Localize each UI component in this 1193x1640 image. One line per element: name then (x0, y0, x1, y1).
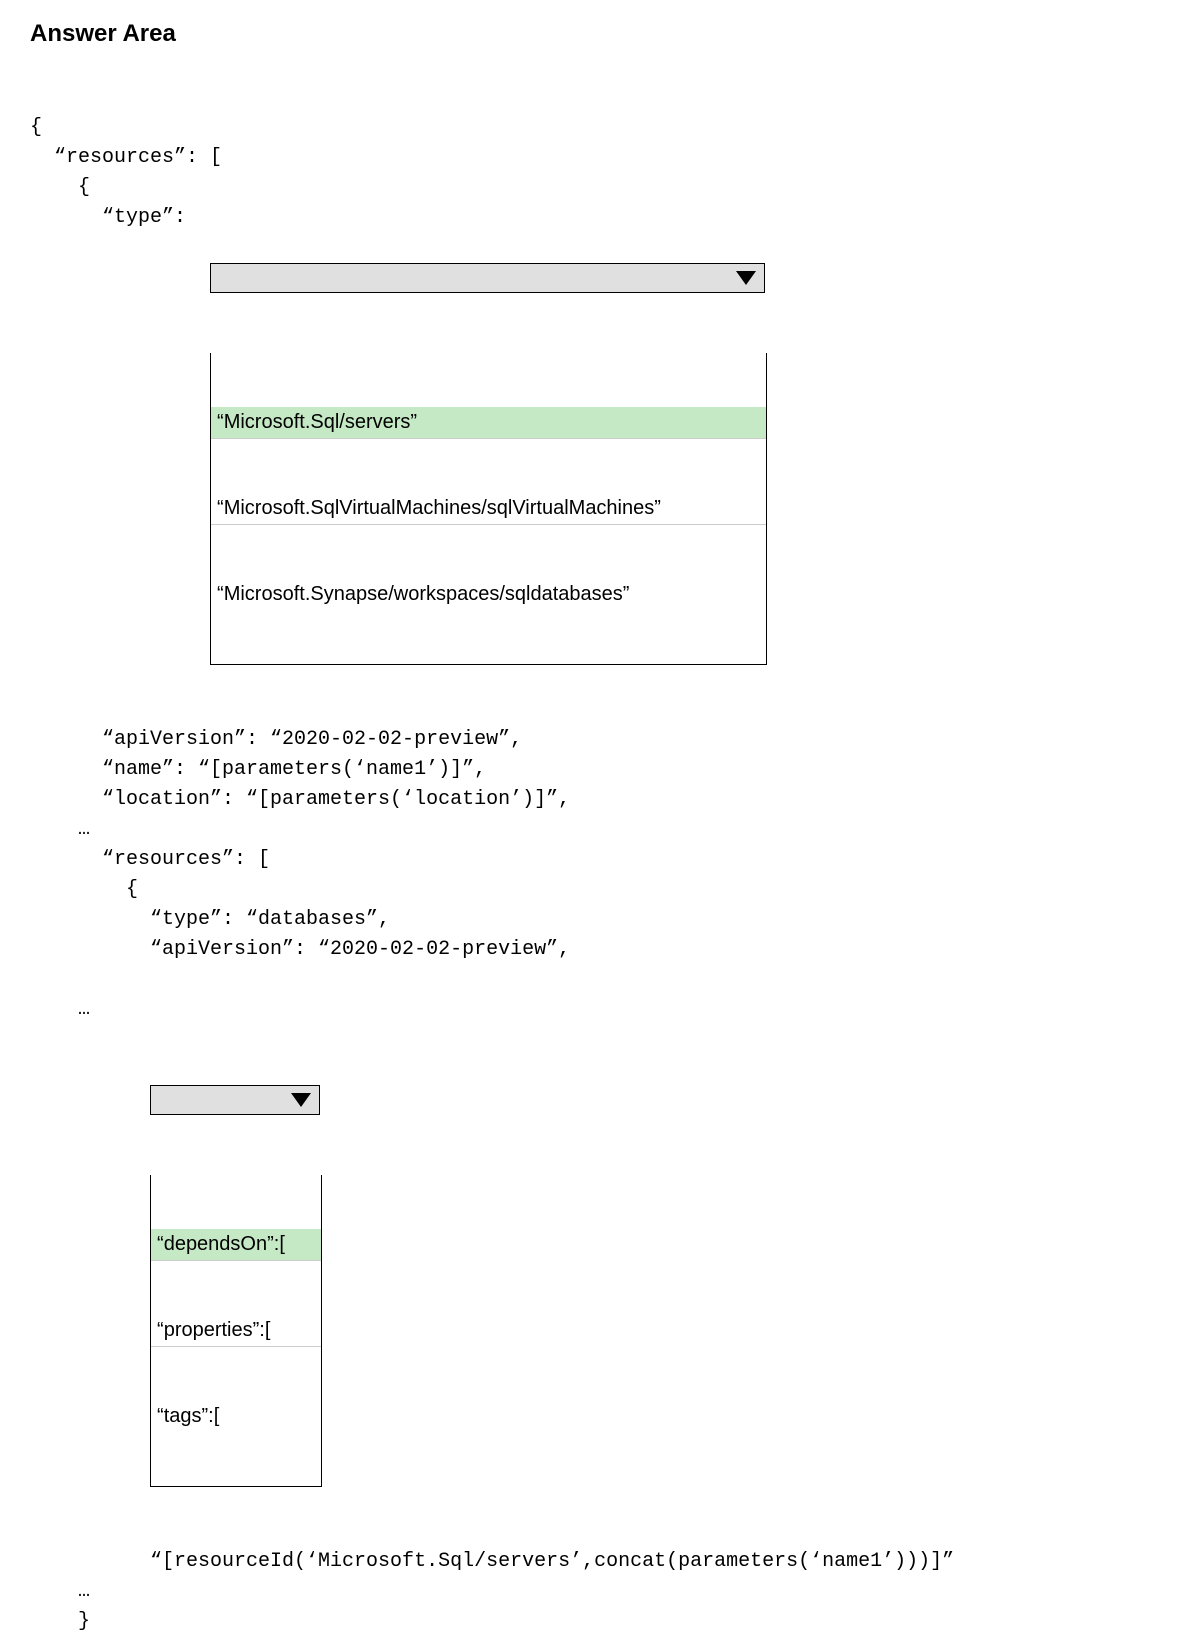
code-text: “resources”: [ (30, 146, 222, 169)
code-text: … (30, 1580, 90, 1603)
dropdown-option[interactable]: “properties”:[ (151, 1315, 321, 1347)
dropdown-option[interactable]: “Microsoft.Synapse/workspaces/sqldatabas… (211, 579, 766, 610)
dropdown-option[interactable]: “Microsoft.Sql/servers” (211, 407, 766, 439)
page-title: Answer Area (30, 20, 1163, 48)
type-dropdown[interactable]: “Microsoft.Sql/servers” “Microsoft.SqlVi… (210, 203, 767, 695)
code-text: “[resourceId(‘Microsoft.Sql/servers’,con… (30, 1550, 954, 1573)
dropdown-option[interactable]: “tags”:[ (151, 1401, 321, 1432)
dropdown-header[interactable] (150, 1085, 320, 1115)
code-text: “name”: “[parameters(‘name1’)]”, (30, 758, 486, 781)
dropdown-option[interactable]: “dependsOn”:[ (151, 1229, 321, 1261)
property-dropdown[interactable]: “dependsOn”:[ “properties”:[ “tags”:[ (150, 1025, 322, 1517)
code-text: “location”: “[parameters(‘location’)]”, (30, 788, 570, 811)
code-text: … (30, 998, 90, 1021)
chevron-down-icon (291, 1093, 311, 1107)
code-text: “resources”: [ (30, 848, 270, 871)
code-text: … (30, 818, 90, 841)
code-text: } (30, 1610, 90, 1633)
code-text: { (30, 116, 42, 139)
code-block: { “resources”: [ { “type”: “Microsoft.Sq… (30, 83, 1163, 1637)
code-text: { (30, 176, 90, 199)
chevron-down-icon (736, 271, 756, 285)
code-text: “type”: (30, 203, 210, 233)
code-text (30, 1025, 150, 1055)
code-text: “apiVersion”: “2020-02-02-preview”, (30, 728, 522, 751)
code-text: { (30, 878, 138, 901)
code-text: “apiVersion”: “2020-02-02-preview”, (30, 938, 570, 961)
dropdown-option[interactable]: “Microsoft.SqlVirtualMachines/sqlVirtual… (211, 493, 766, 525)
dropdown-options-list: “dependsOn”:[ “properties”:[ “tags”:[ (150, 1175, 322, 1487)
dropdown-header[interactable] (210, 263, 765, 293)
code-text: “type”: “databases”, (30, 908, 390, 931)
dropdown-options-list: “Microsoft.Sql/servers” “Microsoft.SqlVi… (210, 353, 767, 665)
